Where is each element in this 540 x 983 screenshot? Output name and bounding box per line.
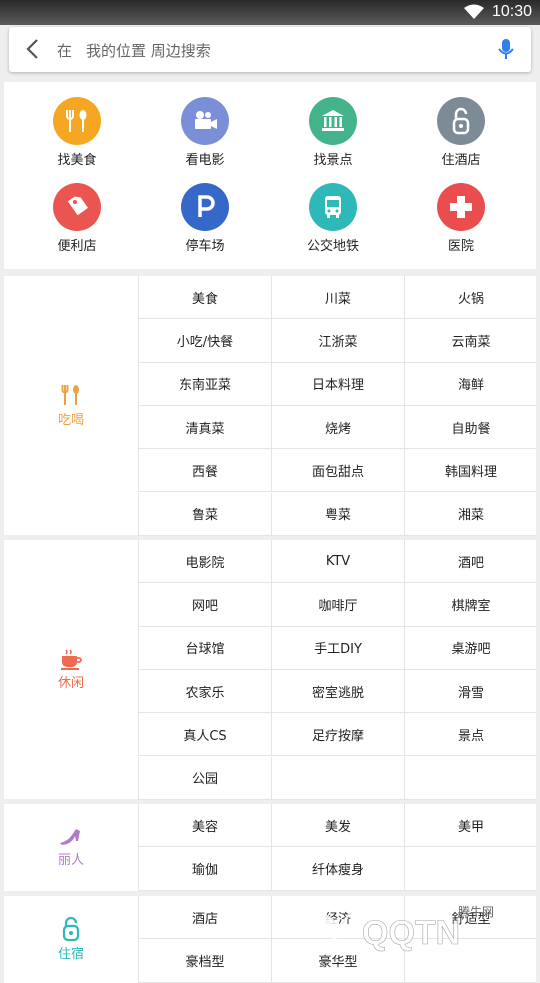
high-heel-icon: [60, 829, 80, 845]
category-label: 公交地铁: [306, 239, 359, 254]
category-hotel[interactable]: 住酒店: [401, 97, 521, 168]
section-name: 休闲: [57, 676, 84, 691]
subcategory-item[interactable]: 足疗按摩: [271, 713, 404, 757]
category-label: 找景点: [313, 153, 353, 168]
medical-cross-icon: [437, 183, 485, 231]
landmark-icon: [309, 97, 357, 145]
section-name: 住宿: [57, 947, 84, 962]
subcategory-item[interactable]: 云南菜: [404, 319, 537, 363]
subcategory-item[interactable]: 酒店: [138, 896, 271, 940]
fork-spoon-icon: [61, 385, 79, 405]
subcategory-item[interactable]: 西餐: [138, 449, 271, 493]
section-beauty: 丽人 美容 美发 美甲瑜伽 纤体瘦身: [4, 804, 537, 891]
empty-cell: [404, 756, 537, 800]
subcategory-item[interactable]: 台球馆: [138, 626, 271, 670]
fork-spoon-icon: [53, 97, 101, 145]
category-movie[interactable]: 看电影: [145, 97, 265, 168]
subcategory-item[interactable]: 酒吧: [404, 540, 537, 584]
parking-icon: [181, 183, 229, 231]
status-bar: 10:30: [0, 0, 540, 25]
subcategory-item[interactable]: 海鲜: [404, 362, 537, 406]
section-grid: 美食 川菜 火锅小吃/快餐 江浙菜 云南菜东南亚菜 日本料理 海鲜清真菜 烧烤 自助餐西餐 面包甜…: [138, 276, 537, 536]
subcategory-item[interactable]: 湘菜: [404, 492, 537, 536]
subcategory-item[interactable]: 清真菜: [138, 405, 271, 450]
subcategory-item[interactable]: 真人CS: [138, 713, 271, 757]
category-hospital[interactable]: 医院: [401, 183, 521, 254]
subcategory-item[interactable]: 川菜: [271, 276, 404, 320]
subcategory-item[interactable]: 密室逃脱: [271, 669, 404, 714]
subcategory-item[interactable]: 美发: [271, 804, 404, 848]
empty-cell: [271, 756, 404, 800]
price-tag-icon: [53, 183, 101, 231]
search-bar[interactable]: 在 我的位置 周边搜索: [9, 27, 531, 72]
subcategory-item[interactable]: 豪档型: [138, 939, 271, 983]
movie-camera-icon: [181, 97, 229, 145]
subcategory-item[interactable]: 咖啡厅: [271, 583, 404, 627]
status-time: 10:30: [491, 3, 532, 20]
section-header[interactable]: 住宿: [4, 896, 138, 983]
category-scenic[interactable]: 找景点: [273, 97, 393, 168]
subcategory-item[interactable]: 面包甜点: [271, 449, 404, 493]
section-food-drink: 吃喝 美食 川菜 火锅小吃/快餐 江浙菜 云南菜东南亚菜 日本料理 海鲜清真菜 烧烤 自助餐西餐…: [4, 276, 537, 536]
subcategory-item[interactable]: 自助餐: [404, 405, 537, 450]
category-label: 住酒店: [441, 153, 481, 168]
quick-category-panel: 找美食 看电影 找景点 住酒店 便利店 停车场 公交地铁 医院: [4, 82, 536, 269]
category-label: 停车场: [185, 239, 225, 254]
subcategory-item[interactable]: 美容: [138, 804, 271, 848]
section-header[interactable]: 吃喝: [4, 276, 138, 535]
subcategory-item[interactable]: 美食: [138, 276, 271, 320]
subcategory-item[interactable]: 东南亚菜: [138, 362, 271, 406]
bus-icon: [309, 183, 357, 231]
svg-text:QQTN: QQTN: [362, 914, 460, 952]
section-grid: 电影院 KTV 酒吧网吧 咖啡厅 棋牌室台球馆 手工DIY 桌游吧农家乐 密室逃脱 滑雪真人CS…: [138, 540, 537, 800]
subcategory-item[interactable]: 瑜伽: [138, 847, 271, 891]
subcategory-item[interactable]: 电影院: [138, 540, 271, 584]
subcategory-item[interactable]: 火锅: [404, 276, 537, 320]
subcategory-item[interactable]: 网吧: [138, 583, 271, 627]
subcategory-item[interactable]: 手工DIY: [271, 626, 404, 670]
category-label: 医院: [447, 239, 474, 254]
category-label: 看电影: [185, 153, 225, 168]
subcategory-item[interactable]: 农家乐: [138, 669, 271, 714]
subcategory-item[interactable]: 滑雪: [404, 669, 537, 714]
coffee-cup-icon: [61, 649, 82, 670]
wifi-icon: [464, 4, 484, 19]
subcategory-item[interactable]: 纤体瘦身: [271, 847, 404, 891]
subcategory-item[interactable]: 公园: [138, 756, 271, 800]
category-convenience-store[interactable]: 便利店: [17, 183, 137, 254]
subcategory-item[interactable]: 鲁菜: [138, 492, 271, 536]
section-grid: 美容 美发 美甲瑜伽 纤体瘦身: [138, 804, 537, 891]
category-food[interactable]: 找美食: [17, 97, 137, 168]
subcategory-item[interactable]: 粤菜: [271, 492, 404, 536]
subcategory-item[interactable]: 江浙菜: [271, 319, 404, 363]
subcategory-item[interactable]: 小吃/快餐: [138, 319, 271, 363]
subcategory-item[interactable]: 景点: [404, 713, 537, 757]
section-name: 吃喝: [57, 413, 84, 428]
section-name: 丽人: [57, 853, 84, 868]
subcategory-item[interactable]: 烧烤: [271, 405, 404, 450]
microphone-icon[interactable]: [498, 39, 514, 61]
empty-cell: [404, 847, 537, 891]
subcategory-item[interactable]: 棋牌室: [404, 583, 537, 627]
subcategory-item[interactable]: 桌游吧: [404, 626, 537, 670]
watermark-logo: QQTN 腾牛网: [310, 894, 530, 958]
subcategory-item[interactable]: 日本料理: [271, 362, 404, 406]
category-label: 便利店: [57, 239, 97, 254]
hotel-key-icon: [62, 917, 80, 941]
subcategory-item[interactable]: 韩国料理: [404, 449, 537, 493]
section-leisure: 休闲 电影院 KTV 酒吧网吧 咖啡厅 棋牌室台球馆 手工DIY 桌游吧农家乐 密室逃脱 滑雪真…: [4, 540, 537, 800]
section-header[interactable]: 丽人: [4, 804, 138, 891]
back-arrow-icon[interactable]: [21, 37, 45, 61]
subcategory-item[interactable]: KTV: [271, 540, 404, 584]
section-header[interactable]: 休闲: [4, 540, 138, 799]
hotel-key-icon: [437, 97, 485, 145]
subcategory-item[interactable]: 美甲: [404, 804, 537, 848]
category-label: 找美食: [57, 153, 97, 168]
search-prefix: 在: [57, 42, 73, 60]
svg-text:腾牛网: 腾牛网: [458, 904, 494, 919]
category-transit[interactable]: 公交地铁: [273, 183, 393, 254]
search-input[interactable]: 我的位置 周边搜索: [86, 40, 211, 61]
category-parking[interactable]: 停车场: [145, 183, 265, 254]
